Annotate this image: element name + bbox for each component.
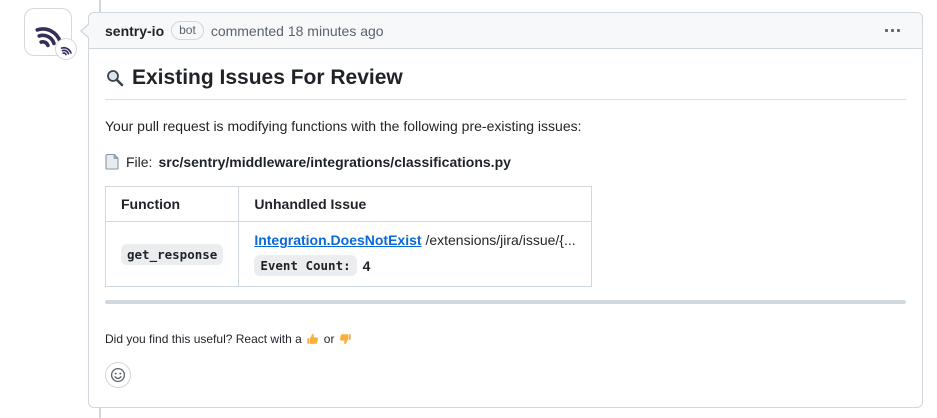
file-line: File: src/sentry/middleware/integrations…	[105, 153, 906, 170]
smiley-icon	[110, 367, 126, 383]
comment-header: sentry-io bot commented 18 minutes ago	[89, 13, 922, 49]
magnifier-icon	[105, 68, 125, 88]
column-header-function: Function	[106, 187, 239, 222]
table-row: get_response Integration.DoesNotExist /e…	[106, 222, 592, 287]
timeline-comment: sentry-io bot commented 18 minutes ago E…	[88, 12, 923, 408]
add-reaction-button[interactable]	[105, 362, 131, 388]
comment-body: Existing Issues For Review Your pull req…	[89, 49, 922, 404]
kebab-icon	[885, 29, 900, 32]
issues-heading: Existing Issues For Review	[105, 65, 906, 100]
file-path: src/sentry/middleware/integrations/class…	[158, 154, 510, 170]
sentry-logo-mini-icon	[59, 42, 73, 56]
comment-timestamp[interactable]: commented 18 minutes ago	[211, 23, 384, 39]
function-name-code: get_response	[121, 244, 223, 265]
column-header-unhandled-issue: Unhandled Issue	[239, 187, 591, 222]
feedback-prompt-text: Did you find this useful? React with a	[105, 332, 302, 346]
file-label: File:	[126, 154, 152, 170]
event-count-label: Event Count:	[254, 255, 356, 276]
comment-options-button[interactable]	[879, 25, 906, 36]
event-count-value: 4	[363, 258, 371, 274]
issue-cell: Integration.DoesNotExist /extensions/jir…	[239, 222, 591, 287]
comment-author[interactable]: sentry-io	[105, 23, 164, 39]
intro-text: Your pull request is modifying functions…	[105, 116, 906, 137]
function-cell: get_response	[106, 222, 239, 287]
avatar[interactable]	[24, 8, 72, 56]
thumbs-down-icon	[338, 332, 352, 346]
avatar-badge	[55, 38, 77, 60]
conjunction-text: or	[324, 332, 335, 346]
horizontal-rule	[105, 300, 906, 304]
page-icon	[105, 153, 120, 170]
issues-table: Function Unhandled Issue get_response In…	[105, 186, 592, 287]
issue-link[interactable]: Integration.DoesNotExist	[254, 232, 421, 248]
table-header-row: Function Unhandled Issue	[106, 187, 592, 222]
thumbs-up-icon	[306, 332, 320, 346]
bot-badge: bot	[171, 21, 204, 40]
feedback-prompt: Did you find this useful? React with a o…	[105, 332, 906, 346]
issues-heading-text: Existing Issues For Review	[132, 65, 403, 91]
issue-path: /extensions/jira/issue/{...	[425, 232, 575, 248]
